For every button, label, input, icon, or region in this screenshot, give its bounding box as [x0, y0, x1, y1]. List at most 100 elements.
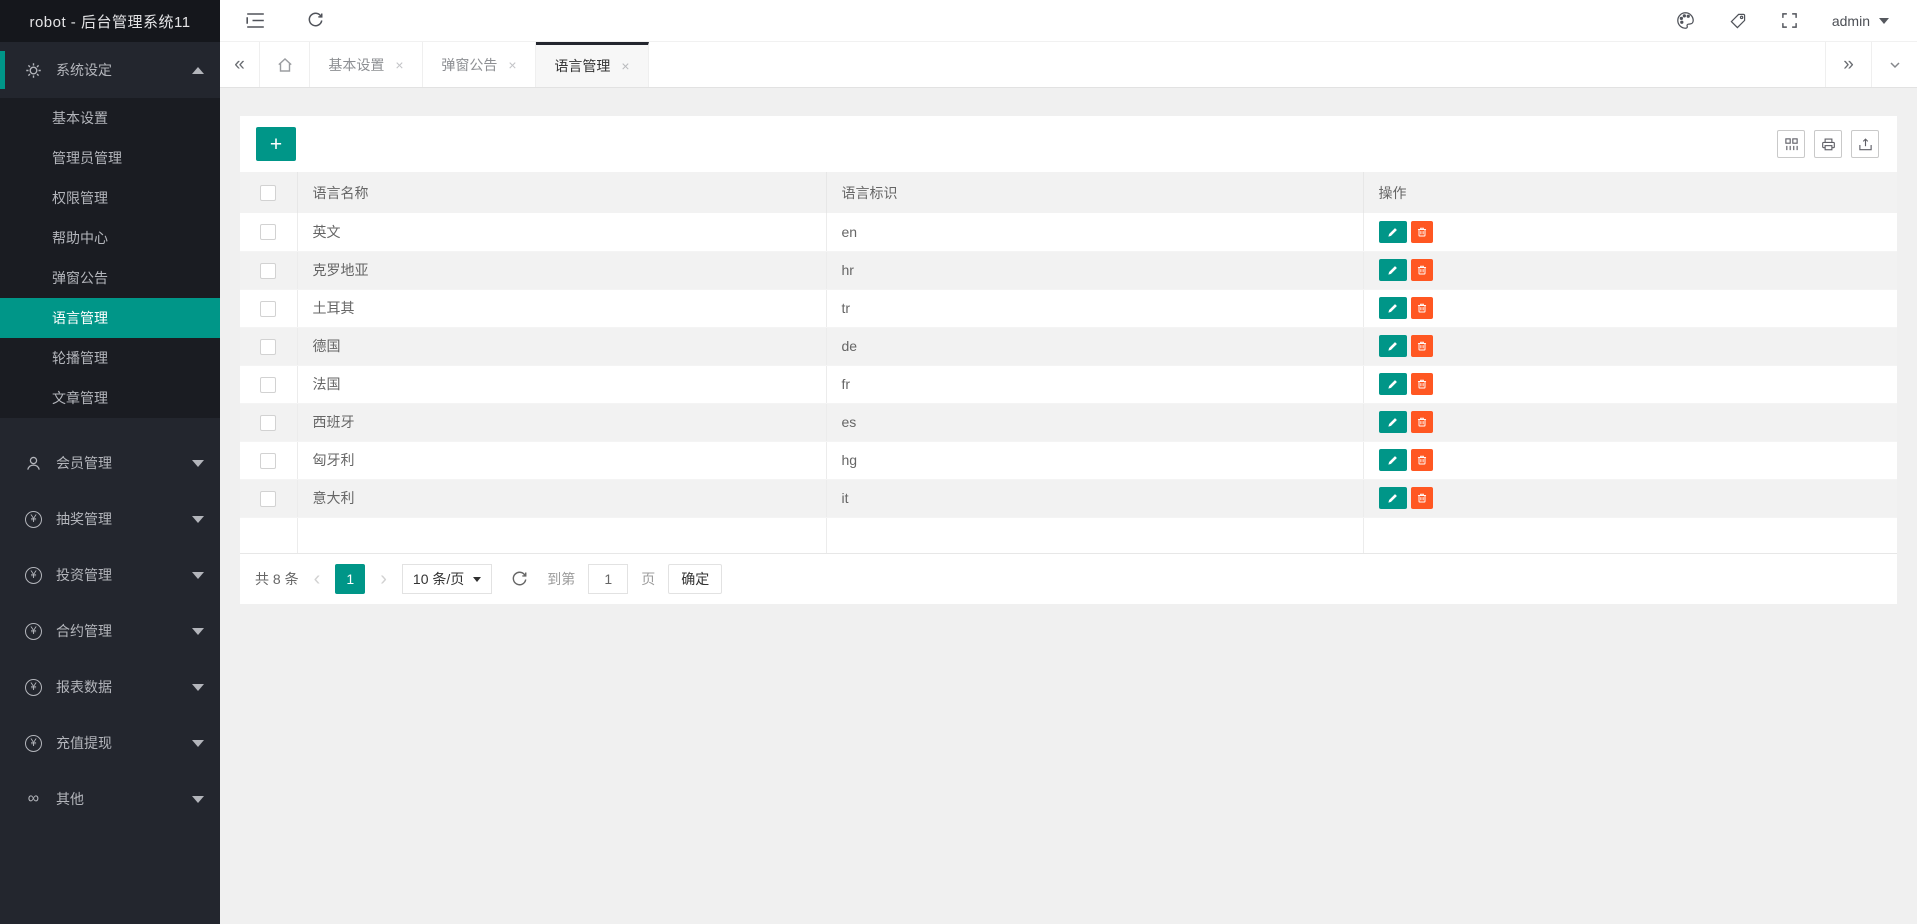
export-button[interactable] — [1851, 130, 1879, 158]
edit-button[interactable] — [1379, 487, 1407, 509]
pencil-icon — [1387, 492, 1399, 504]
sidebar-item-system-settings[interactable]: 系统设定 — [0, 42, 220, 98]
tabs-scroll-left-button[interactable]: « — [220, 42, 260, 87]
edit-button[interactable] — [1379, 259, 1407, 281]
filter-columns-button[interactable] — [1777, 130, 1805, 158]
theme-palette-icon[interactable] — [1676, 11, 1695, 30]
language-code-cell: fr — [826, 365, 1363, 403]
sidebar-item-other[interactable]: ∞ 其他 — [0, 771, 220, 827]
edit-button[interactable] — [1379, 449, 1407, 471]
delete-button[interactable] — [1411, 373, 1433, 395]
trash-icon — [1416, 378, 1428, 390]
chevron-down-icon — [192, 740, 204, 747]
edit-button[interactable] — [1379, 373, 1407, 395]
language-code-cell: es — [826, 403, 1363, 441]
row-checkbox[interactable] — [260, 377, 276, 393]
fullscreen-icon[interactable] — [1781, 12, 1798, 29]
card-toolbar: + — [240, 116, 1897, 172]
add-language-button[interactable]: + — [256, 127, 296, 161]
refresh-icon[interactable] — [307, 12, 324, 29]
select-all-checkbox[interactable] — [260, 185, 276, 201]
sidebar-item-basic-settings[interactable]: 基本设置 — [0, 98, 220, 138]
sidebar-item-article-management[interactable]: 文章管理 — [0, 378, 220, 418]
sidebar-item-deposit-withdrawal[interactable]: ¥ 充值提现 — [0, 715, 220, 771]
tab-home[interactable] — [260, 42, 310, 87]
pencil-icon — [1387, 454, 1399, 466]
row-checkbox[interactable] — [260, 339, 276, 355]
sidebar-item-language-management[interactable]: 语言管理 — [0, 298, 220, 338]
tag-icon[interactable] — [1729, 12, 1747, 30]
goto-page-input[interactable] — [588, 564, 628, 594]
row-checkbox[interactable] — [260, 453, 276, 469]
sidebar-item-label: 抽奖管理 — [56, 509, 112, 529]
next-page-button[interactable]: › — [378, 569, 389, 589]
sidebar-item-report-data[interactable]: ¥ 报表数据 — [0, 659, 220, 715]
delete-button[interactable] — [1411, 259, 1433, 281]
chevron-down-icon — [192, 628, 204, 635]
tab-label: 弹窗公告 — [441, 55, 497, 75]
current-page[interactable]: 1 — [335, 564, 365, 594]
collapse-sidebar-icon[interactable] — [246, 13, 265, 28]
print-button[interactable] — [1814, 130, 1842, 158]
table-row: 西班牙 es — [240, 403, 1897, 441]
trash-icon — [1416, 264, 1428, 276]
infinity-icon: ∞ — [24, 791, 43, 807]
edit-button[interactable] — [1379, 411, 1407, 433]
delete-button[interactable] — [1411, 449, 1433, 471]
table-row: 德国 de — [240, 327, 1897, 365]
main-area: admin « 基本设置 × 弹窗公告 × 语言管理 — [220, 0, 1917, 924]
row-checkbox[interactable] — [260, 224, 276, 240]
row-checkbox[interactable] — [260, 415, 276, 431]
row-checkbox[interactable] — [260, 263, 276, 279]
prev-page-button[interactable]: ‹ — [312, 569, 323, 589]
delete-button[interactable] — [1411, 335, 1433, 357]
delete-button[interactable] — [1411, 487, 1433, 509]
tabs-scroll-right-button[interactable]: » — [1825, 42, 1871, 87]
edit-button[interactable] — [1379, 221, 1407, 243]
chevron-down-icon — [1888, 58, 1902, 72]
page-size-value: 10 条/页 — [413, 569, 464, 589]
delete-button[interactable] — [1411, 411, 1433, 433]
yen-icon: ¥ — [24, 623, 43, 640]
delete-button[interactable] — [1411, 221, 1433, 243]
sidebar-item-lottery-management[interactable]: ¥ 抽奖管理 — [0, 491, 220, 547]
tabs-menu-button[interactable] — [1871, 42, 1917, 87]
edit-button[interactable] — [1379, 297, 1407, 319]
user-menu[interactable]: admin — [1832, 13, 1889, 29]
pencil-icon — [1387, 340, 1399, 352]
sidebar-item-help-center[interactable]: 帮助中心 — [0, 218, 220, 258]
pagination-bar: 共 8 条 ‹ 1 › 10 条/页 到第 页 — [240, 553, 1897, 604]
sidebar-item-carousel-management[interactable]: 轮播管理 — [0, 338, 220, 378]
close-icon[interactable]: × — [395, 57, 403, 73]
column-header-language-name: 语言名称 — [297, 172, 826, 213]
page-size-select[interactable]: 10 条/页 — [402, 564, 492, 594]
tab-basic-settings[interactable]: 基本设置 × — [310, 42, 423, 87]
sidebar-item-permission-management[interactable]: 权限管理 — [0, 178, 220, 218]
sidebar-item-contract-management[interactable]: ¥ 合约管理 — [0, 603, 220, 659]
close-icon[interactable]: × — [621, 58, 629, 74]
table-header-row: 语言名称 语言标识 操作 — [240, 172, 1897, 213]
edit-button[interactable] — [1379, 335, 1407, 357]
refresh-table-icon[interactable] — [511, 571, 528, 588]
sidebar-item-investment-management[interactable]: ¥ 投资管理 — [0, 547, 220, 603]
yen-icon: ¥ — [24, 735, 43, 752]
tab-popup-announcement[interactable]: 弹窗公告 × — [423, 42, 536, 87]
table-row: 意大利 it — [240, 479, 1897, 517]
table-row: 匈牙利 hg — [240, 441, 1897, 479]
sidebar-item-popup-announcement[interactable]: 弹窗公告 — [0, 258, 220, 298]
sidebar-item-admin-management[interactable]: 管理员管理 — [0, 138, 220, 178]
row-checkbox[interactable] — [260, 491, 276, 507]
row-checkbox[interactable] — [260, 301, 276, 317]
delete-button[interactable] — [1411, 297, 1433, 319]
sidebar-item-label: 报表数据 — [56, 677, 112, 697]
gear-icon — [24, 62, 43, 79]
language-code-cell: en — [826, 213, 1363, 251]
language-code-cell: hg — [826, 441, 1363, 479]
sidebar-item-member-management[interactable]: 会员管理 — [0, 435, 220, 491]
tab-language-management[interactable]: 语言管理 × — [536, 42, 649, 87]
chevron-down-icon — [192, 516, 204, 523]
close-icon[interactable]: × — [508, 57, 516, 73]
sidebar-section-system-settings: 系统设定 基本设置 管理员管理 权限管理 帮助中心 弹窗公告 语言管理 轮播管理… — [0, 42, 220, 418]
chevron-down-icon — [473, 577, 481, 582]
confirm-goto-button[interactable]: 确定 — [668, 564, 722, 594]
